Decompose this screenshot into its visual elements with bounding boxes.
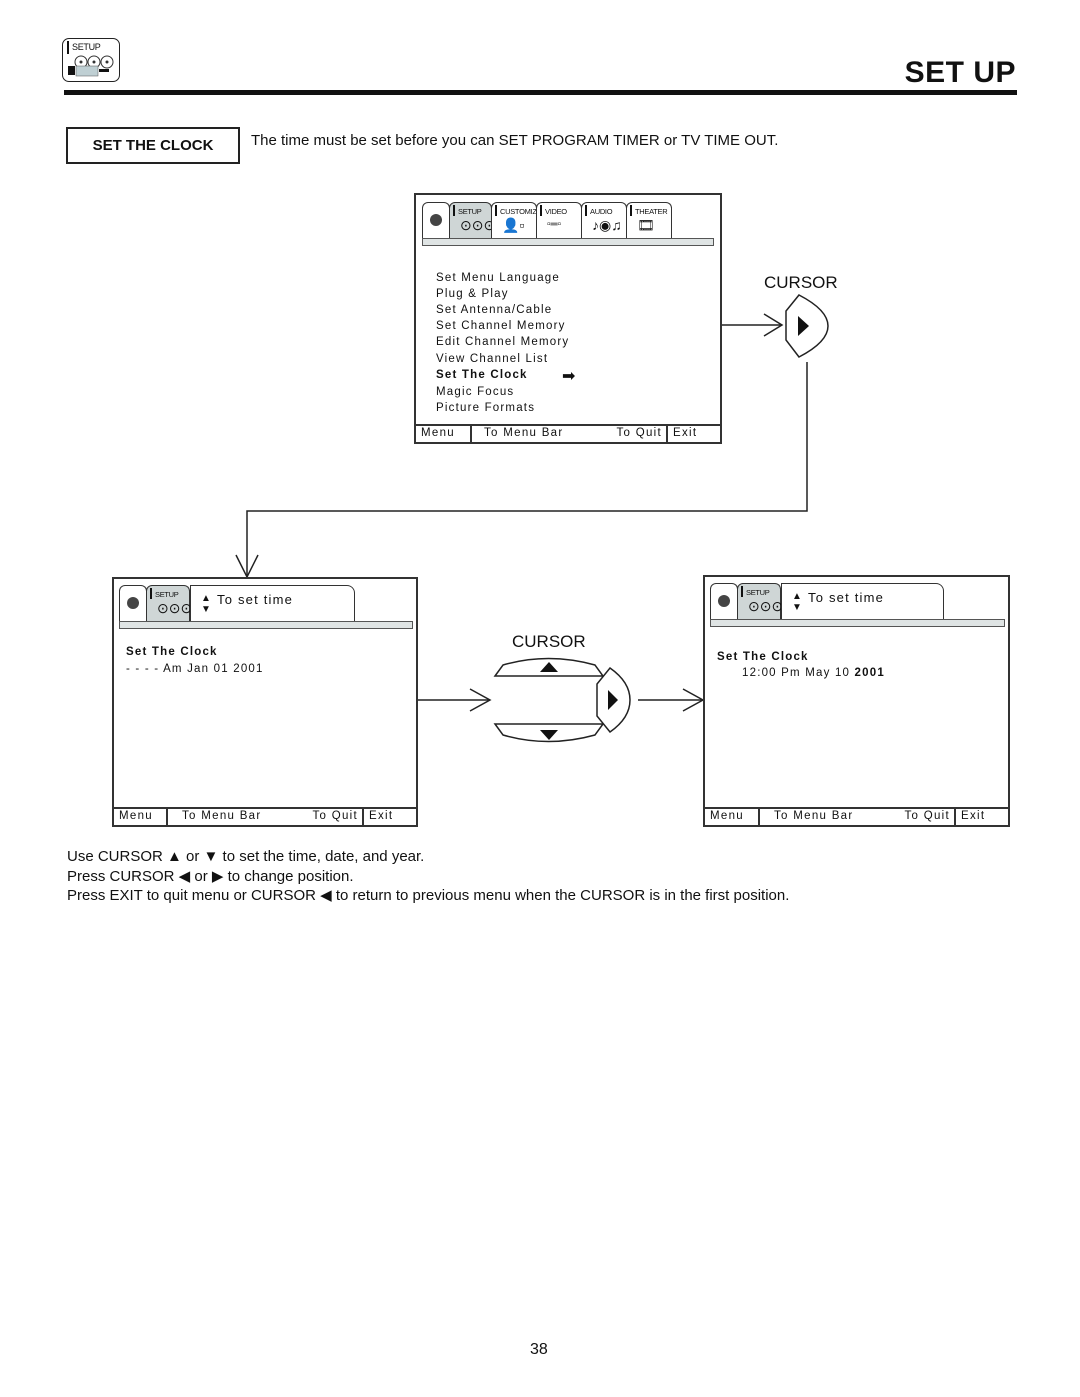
menu-bar-strip <box>710 619 1005 627</box>
hint-text: To set time <box>808 590 885 605</box>
clock-value-year: 2001 <box>854 667 885 679</box>
clock-value-time-date: 12:00 Pm May 10 <box>742 667 855 679</box>
footer-exit: Exit <box>961 810 986 822</box>
footer-menu: Menu <box>114 809 168 825</box>
joystick-icon <box>718 595 730 607</box>
instruction-line: Use CURSOR ▲ or ▼ to set the time, date,… <box>67 848 425 865</box>
instruction-line: Press CURSOR ◀ or ▶ to change position. <box>67 868 354 885</box>
footer-to-menu-bar: To Menu Bar <box>774 810 854 822</box>
menu-bar-strip <box>119 621 413 629</box>
hint-tab: ▲ ▼ To set time <box>190 585 355 621</box>
nav-tab[interactable] <box>710 583 738 621</box>
footer-to-quit: To Quit <box>896 809 956 825</box>
footer-menu: Menu <box>705 809 760 825</box>
tab-bar <box>150 588 152 599</box>
footer-exit: Exit <box>369 810 394 822</box>
menu-footer: Menu To Menu Bar To Quit Exit <box>705 807 1008 825</box>
page-number: 38 <box>530 1341 548 1358</box>
cursor-label: CURSOR <box>512 632 586 651</box>
nav-tab[interactable] <box>119 585 147 623</box>
instruction-line: Press EXIT to quit menu or CURSOR ◀ to r… <box>67 887 790 904</box>
joystick-icon <box>127 597 139 609</box>
hint-tab: ▲ ▼ To set time <box>781 583 944 619</box>
setup-icon: ⊙⊙⊙ <box>748 598 784 614</box>
up-down-arrows-icon: ▲ ▼ <box>792 591 802 613</box>
tab-setup[interactable]: SETUP ⊙⊙⊙ <box>737 583 784 621</box>
clock-value[interactable]: 12:00 Pm May 10 2001 <box>742 667 885 679</box>
clock-title: Set The Clock <box>717 651 809 663</box>
clock-title: Set The Clock <box>126 646 218 658</box>
hint-text: To set time <box>217 592 294 607</box>
tab-setup[interactable]: SETUP ⊙⊙⊙ <box>146 585 193 623</box>
setup-icon: ⊙⊙⊙ <box>157 600 193 616</box>
tab-label: SETUP <box>155 590 179 599</box>
up-down-arrows-icon: ▲ ▼ <box>201 593 211 615</box>
clock-menu-before: SETUP ⊙⊙⊙ ▲ ▼ To set time Set The Clock -… <box>112 577 418 827</box>
menu-footer: Menu To Menu Bar To Quit Exit <box>114 807 416 825</box>
tab-label: SETUP <box>746 588 770 597</box>
connector-line <box>246 362 808 577</box>
clock-value[interactable]: - - - - Am Jan 01 2001 <box>126 663 264 675</box>
tab-bar <box>741 586 743 597</box>
clock-menu-after: SETUP ⊙⊙⊙ ▲ ▼ To set time Set The Clock 1… <box>703 575 1010 827</box>
footer-to-menu-bar: To Menu Bar <box>182 810 262 822</box>
footer-to-quit: To Quit <box>304 809 364 825</box>
